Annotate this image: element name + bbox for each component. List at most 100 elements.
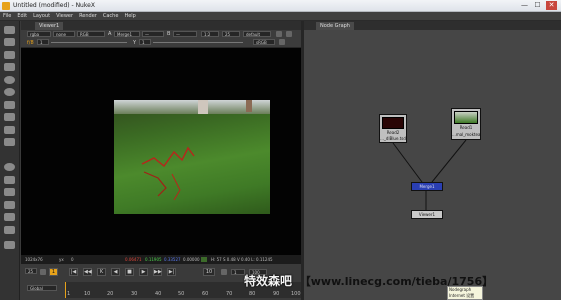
proxy-dropdown[interactable]: 25 bbox=[222, 31, 240, 37]
hsvl-readout: H: 57 S 0.48 V 0.40 L: 0.11245 bbox=[211, 257, 273, 262]
timeline-scope-dropdown[interactable]: Global bbox=[27, 285, 57, 291]
tooltip: Nodegraph Internet 设置 bbox=[447, 286, 483, 300]
layer-dropdown[interactable]: none bbox=[53, 31, 75, 37]
gamma-label: Y bbox=[133, 40, 137, 46]
guides-icon[interactable] bbox=[286, 31, 292, 37]
image-red-strokes bbox=[141, 146, 195, 201]
tick-label: 1 bbox=[67, 291, 71, 297]
metadata-icon[interactable] bbox=[4, 176, 15, 184]
tick-label: 60 bbox=[202, 291, 209, 297]
play-forward-button[interactable]: ▶ bbox=[139, 268, 148, 276]
gamma-field[interactable]: 1 bbox=[139, 39, 151, 45]
merge-icon[interactable] bbox=[4, 113, 15, 121]
menu-edit[interactable]: Edit bbox=[14, 12, 30, 21]
zoom-dropdown[interactable]: 1:2 bbox=[201, 31, 219, 37]
tick-label: 40 bbox=[155, 291, 162, 297]
fps-field[interactable]: 25 bbox=[25, 268, 37, 274]
first-frame-button[interactable]: |◀ bbox=[69, 268, 78, 276]
node-connections bbox=[392, 139, 467, 210]
gain-field[interactable]: 1 bbox=[37, 39, 49, 45]
viewer-node[interactable]: Viewer1 bbox=[411, 210, 443, 219]
menu-layout[interactable]: Layout bbox=[30, 12, 53, 21]
3d-icon[interactable] bbox=[4, 138, 15, 146]
time-icon[interactable] bbox=[4, 51, 15, 59]
playhead[interactable] bbox=[65, 282, 66, 298]
toolsets-icon[interactable] bbox=[4, 201, 15, 209]
views-icon[interactable] bbox=[4, 163, 15, 171]
red-readout: 0.06471 bbox=[125, 257, 142, 262]
tick-label: 10 bbox=[84, 291, 91, 297]
display-lut-dropdown[interactable]: sRGB bbox=[253, 39, 275, 45]
input-b-dropdown[interactable]: — bbox=[173, 31, 197, 37]
lock-icon[interactable] bbox=[40, 269, 46, 275]
roi-icon[interactable] bbox=[276, 31, 282, 37]
compare-mode-dropdown[interactable]: — bbox=[142, 31, 164, 37]
transform-icon[interactable] bbox=[4, 126, 15, 134]
display-channel-dropdown[interactable]: RGB bbox=[77, 31, 105, 37]
particles-icon[interactable] bbox=[4, 188, 15, 196]
tooltip-line-2: Internet 设置 bbox=[449, 293, 475, 298]
color-icon[interactable] bbox=[4, 76, 15, 84]
read1-node[interactable]: Read1 ...mal_mokteapa.tsd bbox=[451, 108, 481, 140]
keyframe-button[interactable]: K bbox=[97, 268, 106, 276]
read2-name: Read2 bbox=[386, 130, 400, 135]
image-icon[interactable] bbox=[4, 26, 15, 34]
filter-icon[interactable] bbox=[4, 88, 15, 96]
menu-cache[interactable]: Cache bbox=[100, 12, 122, 21]
frame-in-field[interactable]: 1 bbox=[231, 269, 245, 275]
forward-increment-button[interactable]: ▶▶ bbox=[153, 268, 162, 276]
settings-icon[interactable] bbox=[4, 241, 15, 249]
play-backward-button[interactable]: ◀ bbox=[111, 268, 120, 276]
loop-icon[interactable] bbox=[221, 269, 227, 275]
title-bar: Untitled (modified) - NukeX — ☐ ✕ bbox=[0, 0, 561, 12]
other-icon[interactable] bbox=[4, 213, 15, 221]
minimize-button[interactable]: — bbox=[519, 1, 530, 10]
draw-icon[interactable] bbox=[4, 38, 15, 46]
clipping-warning-icon[interactable] bbox=[279, 39, 285, 45]
menu-file[interactable]: File bbox=[0, 12, 14, 21]
menu-render[interactable]: Render bbox=[76, 12, 100, 21]
input-b-label: B bbox=[167, 31, 171, 37]
color-swatch bbox=[201, 257, 207, 262]
tick-label: 20 bbox=[107, 291, 114, 297]
read2-file: ..._dlBlue.tsd bbox=[380, 136, 406, 141]
lut-dropdown[interactable]: default bbox=[243, 31, 271, 37]
viewer-canvas[interactable] bbox=[21, 48, 301, 255]
merge-name: Merge1 bbox=[419, 184, 435, 189]
current-frame-field[interactable]: 1 bbox=[49, 268, 58, 276]
keyer-icon[interactable] bbox=[4, 101, 15, 109]
last-frame-button[interactable]: ▶| bbox=[167, 268, 176, 276]
gain-slider[interactable] bbox=[51, 42, 127, 43]
blue-readout: 0.33527 bbox=[164, 257, 181, 262]
node-graph-canvas[interactable]: Read2 ..._dlBlue.tsd Read1 ...mal_moktea… bbox=[304, 30, 561, 300]
maximize-button[interactable]: ☐ bbox=[532, 1, 543, 10]
tab-node-graph[interactable]: Node Graph bbox=[316, 22, 354, 30]
green-readout: 0.11905 bbox=[145, 257, 162, 262]
read1-thumbnail bbox=[454, 111, 478, 124]
tick-label: 30 bbox=[131, 291, 138, 297]
read1-name: Read1 bbox=[459, 125, 473, 130]
watermark-brand: 特效森吧 bbox=[244, 274, 293, 288]
channels-dropdown[interactable]: rgba bbox=[27, 31, 51, 37]
watermark: 特效森吧 【www.linecg.com/tieba/1756】 bbox=[244, 272, 561, 288]
input-a-dropdown[interactable]: Merge1 bbox=[114, 31, 140, 37]
menu-viewer[interactable]: Viewer bbox=[53, 12, 76, 21]
channel-icon[interactable] bbox=[4, 63, 15, 71]
input-a-label: A bbox=[108, 31, 112, 37]
increment-field[interactable]: 10 bbox=[203, 268, 215, 276]
menu-help[interactable]: Help bbox=[121, 12, 138, 21]
window-title: Untitled (modified) - NukeX bbox=[13, 2, 95, 9]
furnace-icon[interactable] bbox=[4, 226, 15, 234]
merge-node[interactable]: Merge1 bbox=[411, 182, 443, 191]
read2-thumbnail bbox=[382, 117, 404, 129]
read2-node[interactable]: Read2 ..._dlBlue.tsd bbox=[379, 114, 407, 143]
menu-bar: File Edit Layout Viewer Render Cache Help bbox=[0, 12, 561, 21]
tab-viewer[interactable]: Viewer1 bbox=[35, 22, 64, 30]
close-button[interactable]: ✕ bbox=[546, 1, 557, 10]
back-increment-button[interactable]: ◀◀ bbox=[83, 268, 92, 276]
stop-button[interactable]: ■ bbox=[125, 268, 134, 276]
viewer-node-name: Viewer1 bbox=[418, 212, 436, 217]
tick-label: 50 bbox=[178, 291, 185, 297]
y-value-readout: 0 bbox=[71, 257, 74, 262]
gamma-slider[interactable] bbox=[153, 42, 243, 43]
